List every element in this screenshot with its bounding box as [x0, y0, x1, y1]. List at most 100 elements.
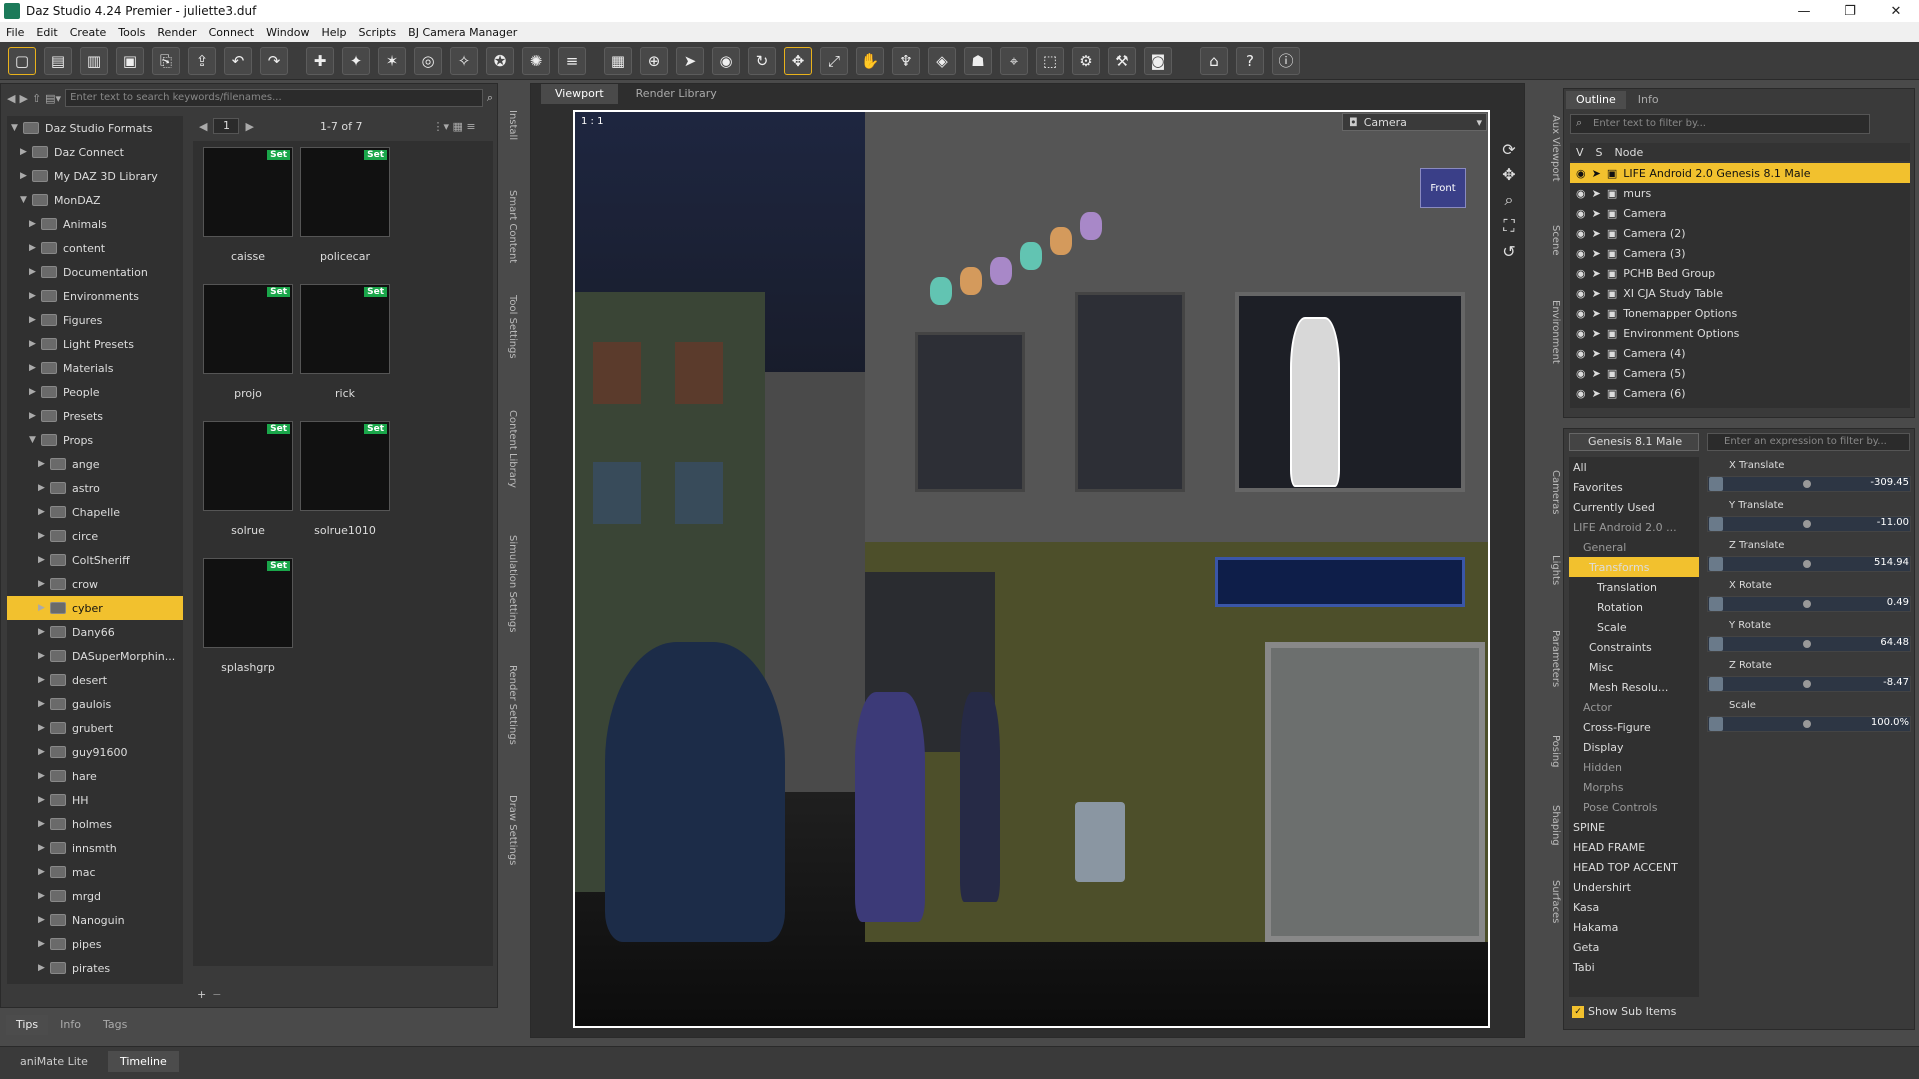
chevron-right-icon[interactable]: ▶	[38, 915, 50, 925]
param-group-item[interactable]: Undershirt	[1569, 877, 1699, 897]
pointer-icon[interactable]: ➤	[1592, 267, 1601, 280]
list-icon[interactable]: ≡	[558, 46, 586, 75]
tree-item[interactable]: ▶ Animals	[7, 212, 183, 236]
tree-item[interactable]: ▶ guy91600	[7, 740, 183, 764]
chevron-right-icon[interactable]: ▶	[29, 315, 41, 325]
tree-item[interactable]: ▼ Daz Studio Formats	[7, 116, 183, 140]
menu-create[interactable]: Create	[70, 26, 107, 39]
render-settings-icon[interactable]: ⚒	[1108, 46, 1136, 75]
param-slider-value[interactable]: 64.48	[1880, 637, 1909, 648]
vtab-lights[interactable]: Lights	[1543, 555, 1561, 585]
figure-select[interactable]: Genesis 8.1 Male	[1569, 433, 1699, 451]
grid-select-icon[interactable]: ▦	[604, 46, 632, 75]
column-selectable[interactable]: S	[1596, 146, 1603, 159]
eye-icon[interactable]: ◉	[1576, 167, 1586, 180]
vtab-shaping[interactable]: Shaping	[1543, 805, 1561, 846]
chevron-right-icon[interactable]: ▶	[38, 843, 50, 853]
pointer-icon[interactable]: ➤	[1592, 307, 1601, 320]
eye-icon[interactable]: ◉	[1576, 227, 1586, 240]
chevron-down-icon[interactable]: ▼	[11, 123, 23, 133]
tree-item[interactable]: ▶ HH	[7, 788, 183, 812]
eye-icon[interactable]: ◉	[1576, 367, 1586, 380]
content-thumbnail[interactable]: Set	[300, 421, 390, 511]
menu-bj-camera-manager[interactable]: BJ Camera Manager	[408, 26, 517, 39]
chevron-right-icon[interactable]: ▶	[38, 627, 50, 637]
vtab-render-settings[interactable]: Render Settings	[500, 665, 518, 745]
chevron-right-icon[interactable]: ▶	[20, 147, 32, 157]
param-slider[interactable]: Scale 100.0%	[1703, 698, 1915, 736]
help-icon[interactable]: ⓘ	[1272, 46, 1300, 75]
vtab-aux-viewport[interactable]: Aux Viewport	[1543, 115, 1561, 182]
param-slider[interactable]: Z Rotate -8.47	[1703, 658, 1915, 696]
reset-view-icon[interactable]: ↺	[1502, 242, 1515, 261]
chevron-right-icon[interactable]: ▶	[38, 747, 50, 757]
save-icon[interactable]: ▣	[116, 46, 144, 75]
param-group-item[interactable]: Rotation	[1569, 597, 1699, 617]
search-input[interactable]: Enter text to search keywords/filenames.…	[65, 89, 483, 107]
tree-item[interactable]: ▶ Daz Connect	[7, 140, 183, 164]
tree-item[interactable]: ▶ holmes	[7, 812, 183, 836]
save-as-icon[interactable]: ⎘	[152, 46, 180, 75]
vtab-parameters[interactable]: Parameters	[1543, 630, 1561, 687]
slider-knob[interactable]	[1803, 600, 1811, 608]
tree-item[interactable]: ▼ MonDAZ	[7, 188, 183, 212]
pointer-icon[interactable]: ➤	[1592, 247, 1601, 260]
tab-info[interactable]: Info	[1628, 91, 1669, 109]
chevron-right-icon[interactable]: ▶	[38, 555, 50, 565]
param-group-item[interactable]: Pose Controls	[1569, 797, 1699, 817]
eye-icon[interactable]: ◉	[1576, 327, 1586, 340]
up-icon[interactable]: ⇧	[32, 92, 41, 105]
menu-window[interactable]: Window	[266, 26, 309, 39]
translate-icon[interactable]	[1709, 517, 1723, 531]
translate-tool-icon[interactable]: ✥	[784, 46, 812, 75]
rotate-icon[interactable]	[1709, 677, 1723, 691]
add-node-icon[interactable]: ✚	[306, 46, 334, 75]
tree-item[interactable]: ▶ mac	[7, 860, 183, 884]
undo-icon[interactable]: ↶	[224, 46, 252, 75]
next-page-icon[interactable]: ▶	[245, 120, 253, 133]
add-folder-icon[interactable]: +	[197, 988, 206, 1001]
camera-icon[interactable]: ⌖	[1000, 46, 1028, 75]
column-node[interactable]: Node	[1615, 146, 1644, 159]
pointer-icon[interactable]: ➤	[1592, 207, 1601, 220]
surface-selection-icon[interactable]: ◈	[928, 46, 956, 75]
prev-page-icon[interactable]: ◀	[199, 120, 207, 133]
translate-icon[interactable]	[1709, 477, 1723, 491]
param-group-item[interactable]: Hidden	[1569, 757, 1699, 777]
eye-icon[interactable]: ◉	[1576, 187, 1586, 200]
tree-item[interactable]: ▶ People	[7, 380, 183, 404]
param-group-item[interactable]: Morphs	[1569, 777, 1699, 797]
chevron-right-icon[interactable]: ▶	[38, 603, 50, 613]
slider-knob[interactable]	[1803, 720, 1811, 728]
eye-icon[interactable]: ◉	[1576, 307, 1586, 320]
render-icon[interactable]: ◙	[1144, 46, 1172, 75]
vtab-content-library[interactable]: Content Library	[500, 410, 518, 488]
tab-tags[interactable]: Tags	[93, 1015, 137, 1035]
tree-item[interactable]: ▶ content	[7, 236, 183, 260]
tab-info[interactable]: Info	[50, 1015, 91, 1035]
tab-outline[interactable]: Outline	[1566, 91, 1626, 109]
scene-node[interactable]: ◉ ➤ ▣ XI CJA Study Table	[1570, 283, 1910, 303]
vtab-cameras[interactable]: Cameras	[1543, 470, 1561, 514]
chevron-right-icon[interactable]: ▶	[38, 963, 50, 973]
param-slider-value[interactable]: 0.49	[1887, 597, 1909, 608]
slider-knob[interactable]	[1803, 520, 1811, 528]
slider-knob[interactable]	[1803, 480, 1811, 488]
pointer-icon[interactable]: ➤	[1592, 227, 1601, 240]
param-group-item[interactable]: Favorites	[1569, 477, 1699, 497]
param-group-item[interactable]: Tabi	[1569, 957, 1699, 977]
scene-node[interactable]: ◉ ➤ ▣ LIFE Android 2.0 Genesis 8.1 Male	[1570, 163, 1910, 183]
tree-item[interactable]: ▶ mrgd	[7, 884, 183, 908]
scale-tool-icon[interactable]: ⤢	[820, 46, 848, 75]
back-icon[interactable]: ◀	[7, 92, 15, 105]
tab-timeline[interactable]: Timeline	[108, 1051, 179, 1072]
vtab-surfaces[interactable]: Surfaces	[1543, 880, 1561, 923]
content-thumbnail[interactable]: Set	[300, 147, 390, 237]
pan-icon[interactable]: ✥	[1502, 165, 1515, 184]
tree-item[interactable]: ▶ Materials	[7, 356, 183, 380]
frame-icon[interactable]: ⛶	[1503, 216, 1514, 236]
chevron-right-icon[interactable]: ▶	[38, 675, 50, 685]
param-slider-value[interactable]: 100.0%	[1871, 717, 1909, 728]
checkbox-checked-icon[interactable]: ✓	[1572, 1005, 1584, 1018]
tab-viewport[interactable]: Viewport	[541, 84, 618, 104]
